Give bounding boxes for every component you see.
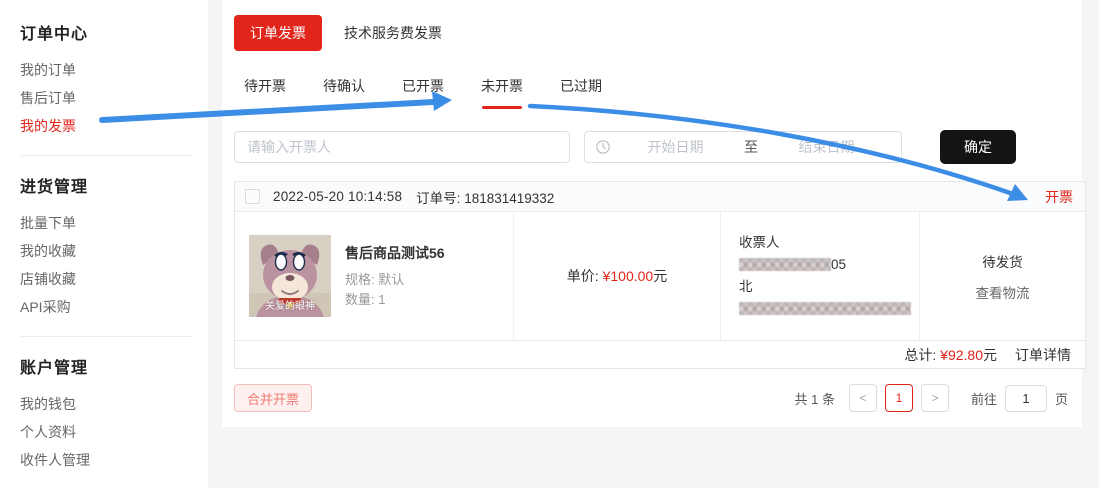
status-tabs: 待开票 待确认 已开票 未开票 已过期 — [234, 76, 1068, 102]
goto-page-input[interactable] — [1005, 385, 1047, 412]
sidebar-group-purchase: 进货管理 — [20, 173, 208, 197]
issue-invoice-link[interactable]: 开票 — [1045, 187, 1073, 207]
pagination: 共 1 条 < 1 > 前往 页 — [795, 384, 1069, 412]
chevron-left-icon: < — [859, 391, 866, 405]
tab-not-invoiced[interactable]: 未开票 — [481, 76, 523, 102]
sidebar-group-order-center: 订单中心 — [20, 20, 208, 44]
main-panel: 订单发票 技术服务费发票 待开票 待确认 已开票 未开票 已过期 开始日期 至 … — [222, 0, 1082, 427]
pagination-total: 共 1 条 — [795, 389, 835, 408]
product-name[interactable]: 售后商品测试56 — [345, 243, 445, 263]
order-detail-link[interactable]: 订单详情 — [1015, 345, 1071, 365]
unit-price-amount: 100.00 — [610, 268, 653, 284]
shipping-status: 待发货 — [982, 251, 1023, 271]
date-range-separator: 至 — [740, 137, 762, 157]
tab-pending-confirm[interactable]: 待确认 — [323, 76, 365, 102]
tab-expired[interactable]: 已过期 — [560, 76, 602, 102]
current-page-button[interactable]: 1 — [885, 384, 913, 412]
clock-icon — [595, 139, 611, 155]
sidebar-divider — [20, 336, 192, 337]
sidebar-divider — [20, 155, 192, 156]
product-qty-label: 数量: — [345, 292, 375, 307]
total-label: 总计: — [904, 345, 936, 365]
currency-symbol: ¥ — [940, 347, 948, 363]
confirm-button[interactable]: 确定 — [940, 130, 1016, 164]
sidebar-item-my-favorites[interactable]: 我的收藏 — [20, 237, 208, 265]
unit-price-cell: 单价: ¥100.00元 — [513, 212, 720, 340]
payee-input[interactable] — [234, 131, 570, 163]
order-status-cell: 待发货 查看物流 — [919, 212, 1085, 340]
unit-price-value: ¥100.00 — [603, 268, 654, 284]
order-invoice-type-button[interactable]: 订单发票 — [234, 15, 322, 51]
order-number-value: 181831419332 — [464, 191, 554, 206]
product-cell: 关爱的眼神 售后商品测试56 规格: 默认 数量: 1 — [235, 212, 513, 340]
chevron-right-icon: > — [931, 391, 938, 405]
start-date-placeholder[interactable]: 开始日期 — [611, 137, 740, 157]
order-body: 关爱的眼神 售后商品测试56 规格: 默认 数量: 1 单价: ¥100.00元… — [235, 212, 1085, 340]
tab-pending-invoice[interactable]: 待开票 — [244, 76, 286, 102]
total-amount: 92.80 — [948, 347, 983, 363]
merge-invoice-button[interactable]: 合并开票 — [234, 384, 312, 412]
view-logistics-link[interactable]: 查看物流 — [976, 282, 1030, 302]
unit-price-unit: 元 — [653, 266, 667, 286]
redacted-phone-block — [739, 258, 831, 271]
tab-invoiced[interactable]: 已开票 — [402, 76, 444, 102]
page: 订单中心 我的订单 售后订单 我的发票 进货管理 批量下单 我的收藏 店铺收藏 … — [0, 0, 1099, 488]
total-value: ¥92.80 — [940, 347, 983, 363]
goto-label: 前往 — [971, 389, 997, 408]
sidebar-item-profile[interactable]: 个人资料 — [20, 418, 208, 446]
tech-service-invoice-type-button[interactable]: 技术服务费发票 — [344, 23, 442, 43]
order-checkbox[interactable] — [245, 189, 260, 204]
product-spec-value: 默认 — [378, 272, 404, 287]
receiver-cell: 收票人 05 北 — [720, 212, 919, 340]
sidebar-item-my-wallet[interactable]: 我的钱包 — [20, 390, 208, 418]
sidebar-item-recipient-management[interactable]: 收件人管理 — [20, 446, 208, 474]
total-unit: 元 — [983, 345, 997, 365]
date-range-picker[interactable]: 开始日期 至 结束日期 — [584, 131, 902, 163]
order-number: 订单号: 181831419332 — [416, 187, 554, 207]
unit-price-label: 单价: — [567, 266, 599, 286]
order-total-row: 总计: ¥92.80元 订单详情 — [235, 340, 1085, 368]
order-number-label: 订单号: — [416, 191, 460, 206]
product-info: 售后商品测试56 规格: 默认 数量: 1 — [345, 243, 445, 310]
next-page-button[interactable]: > — [921, 384, 949, 412]
product-qty: 数量: 1 — [345, 290, 445, 310]
prev-page-button[interactable]: < — [849, 384, 877, 412]
product-image-caption: 关爱的眼神 — [249, 297, 331, 312]
order-header: 2022-05-20 10:14:58 订单号: 181831419332 开票 — [235, 182, 1085, 212]
receiver-title: 收票人 — [739, 232, 919, 254]
product-qty-value: 1 — [378, 292, 385, 307]
sidebar-item-my-invoices[interactable]: 我的发票 — [20, 112, 208, 140]
receiver-phone-suffix: 05 — [831, 257, 846, 272]
sidebar-group-account: 账户管理 — [20, 354, 208, 378]
receiver-address-prefix: 北 — [739, 279, 753, 294]
invoice-type-row: 订单发票 技术服务费发票 — [234, 15, 1068, 51]
product-spec-label: 规格: — [345, 272, 375, 287]
sidebar-item-api-purchase[interactable]: API采购 — [20, 293, 208, 321]
sidebar: 订单中心 我的订单 售后订单 我的发票 进货管理 批量下单 我的收藏 店铺收藏 … — [0, 0, 208, 488]
sidebar-item-bulk-order[interactable]: 批量下单 — [20, 209, 208, 237]
product-image[interactable]: 关爱的眼神 — [249, 235, 331, 317]
receiver-address: 北 — [739, 276, 919, 320]
sidebar-item-shop-favorites[interactable]: 店铺收藏 — [20, 265, 208, 293]
sidebar-item-aftersale-orders[interactable]: 售后订单 — [20, 84, 208, 112]
filter-row: 开始日期 至 结束日期 确定 — [234, 130, 1068, 164]
end-date-placeholder[interactable]: 结束日期 — [762, 137, 891, 157]
order-card: 2022-05-20 10:14:58 订单号: 181831419332 开票 — [234, 181, 1086, 369]
receiver-phone: 05 — [739, 254, 919, 276]
bottom-row: 合并开票 共 1 条 < 1 > 前往 页 — [234, 384, 1068, 412]
sidebar-item-my-orders[interactable]: 我的订单 — [20, 56, 208, 84]
redacted-address-block — [739, 302, 911, 315]
order-datetime: 2022-05-20 10:14:58 — [273, 189, 402, 204]
product-spec: 规格: 默认 — [345, 270, 445, 290]
page-unit-label: 页 — [1055, 389, 1068, 408]
